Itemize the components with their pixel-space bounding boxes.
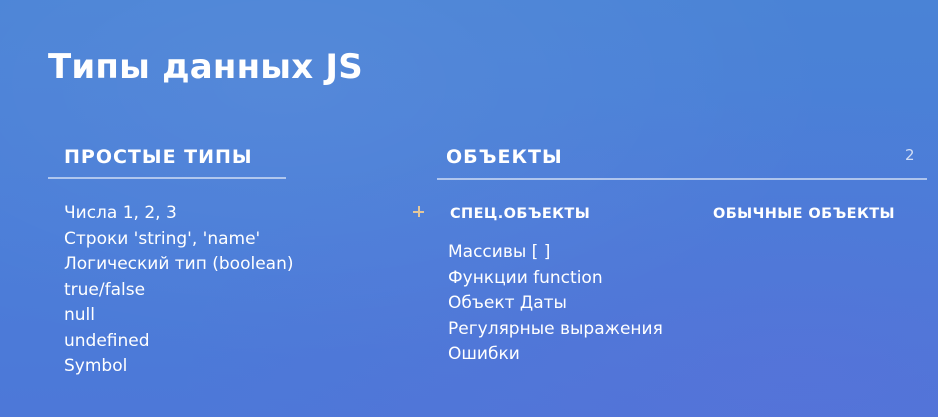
special-objects-list: Массивы [ ] Функции function Объект Даты… (448, 240, 663, 368)
list-item: undefined (64, 330, 150, 351)
list-item: Функции function (448, 267, 603, 288)
special-objects-header: СПЕЦ.ОБЪЕКТЫ (450, 206, 591, 222)
page-number: 2 (905, 146, 915, 164)
list-item: Symbol (64, 356, 128, 376)
presentation-slide: Типы данных JS ПРОСТЫЕ ТИПЫ Числа 1, 2, … (0, 0, 938, 417)
list-item: Строки 'string', 'name' (64, 228, 261, 249)
objects-divider (437, 178, 927, 180)
objects-header: ОБЪЕКТЫ (446, 146, 563, 168)
list-item: true/false (64, 279, 146, 300)
slide-title: Типы данных JS (48, 47, 363, 87)
simple-types-list: Числа 1, 2, 3 Строки 'string', 'name' Ло… (64, 201, 293, 380)
list-item: Объект Даты (448, 293, 567, 313)
plus-cursor-icon (413, 206, 424, 217)
simple-types-divider (48, 177, 286, 179)
list-item: null (64, 305, 95, 325)
list-item: Регулярные выражения (448, 318, 663, 339)
regular-objects-header: ОБЫЧНЫЕ ОБЪЕКТЫ (713, 206, 895, 222)
list-item: Ошибки (448, 344, 520, 364)
list-item: Числа 1, 2, 3 (64, 203, 177, 223)
list-item: Логический тип (boolean) (64, 254, 294, 274)
simple-types-header: ПРОСТЫЕ ТИПЫ (64, 146, 253, 168)
list-item: Массивы [ ] (448, 242, 551, 262)
